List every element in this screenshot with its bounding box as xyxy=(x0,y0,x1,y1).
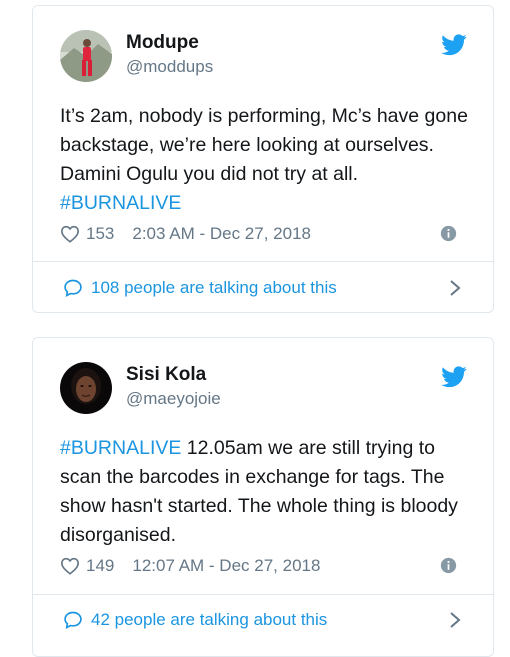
author-name[interactable]: Sisi Kola xyxy=(126,364,206,386)
avatar[interactable] xyxy=(60,30,112,82)
author-name[interactable]: Modupe xyxy=(126,32,199,54)
timestamp[interactable]: 2:03 AM - Dec 27, 2018 xyxy=(132,224,311,244)
avatar[interactable] xyxy=(60,362,112,414)
timestamp[interactable]: 12:07 AM - Dec 27, 2018 xyxy=(132,556,320,576)
tweet-meta: 149 12:07 AM - Dec 27, 2018 xyxy=(60,554,320,578)
author-handle[interactable]: @moddups xyxy=(126,57,213,77)
divider xyxy=(33,261,493,262)
heart-icon[interactable] xyxy=(60,225,80,243)
tweet-text: #BURNALIVE 12.05am we are still trying t… xyxy=(60,437,458,546)
tweet-card[interactable]: Modupe @moddups It’s 2am, nobody is perf… xyxy=(32,5,494,313)
twitter-bird-icon[interactable] xyxy=(441,366,467,388)
twitter-bird-icon[interactable] xyxy=(441,34,467,56)
hashtag-link[interactable]: #BURNALIVE xyxy=(60,437,181,459)
talking-about-text[interactable]: 42 people are talking about this xyxy=(91,610,327,630)
hashtag-link[interactable]: #BURNALIVE xyxy=(60,192,181,214)
like-count: 149 xyxy=(86,556,115,575)
like-count: 153 xyxy=(86,224,115,243)
heart-icon[interactable] xyxy=(60,557,80,575)
chevron-right-icon[interactable] xyxy=(449,279,461,297)
tweet-card[interactable]: Sisi Kola @maeyojoie #BURNALIVE 12.05am … xyxy=(32,337,494,657)
author-handle[interactable]: @maeyojoie xyxy=(126,389,221,409)
talking-about-text[interactable]: 108 people are talking about this xyxy=(91,278,337,298)
tweet-text: It’s 2am, nobody is performing, Mc’s hav… xyxy=(60,105,468,214)
divider xyxy=(33,594,493,595)
info-icon[interactable] xyxy=(440,225,457,242)
speech-bubble-icon xyxy=(64,611,82,630)
speech-bubble-icon xyxy=(64,279,82,298)
talking-about-link[interactable]: 108 people are talking about this xyxy=(63,276,337,300)
tweet-meta: 153 2:03 AM - Dec 27, 2018 xyxy=(60,222,311,246)
info-icon[interactable] xyxy=(440,557,457,574)
chevron-right-icon[interactable] xyxy=(449,611,461,629)
talking-about-link[interactable]: 42 people are talking about this xyxy=(63,608,327,632)
